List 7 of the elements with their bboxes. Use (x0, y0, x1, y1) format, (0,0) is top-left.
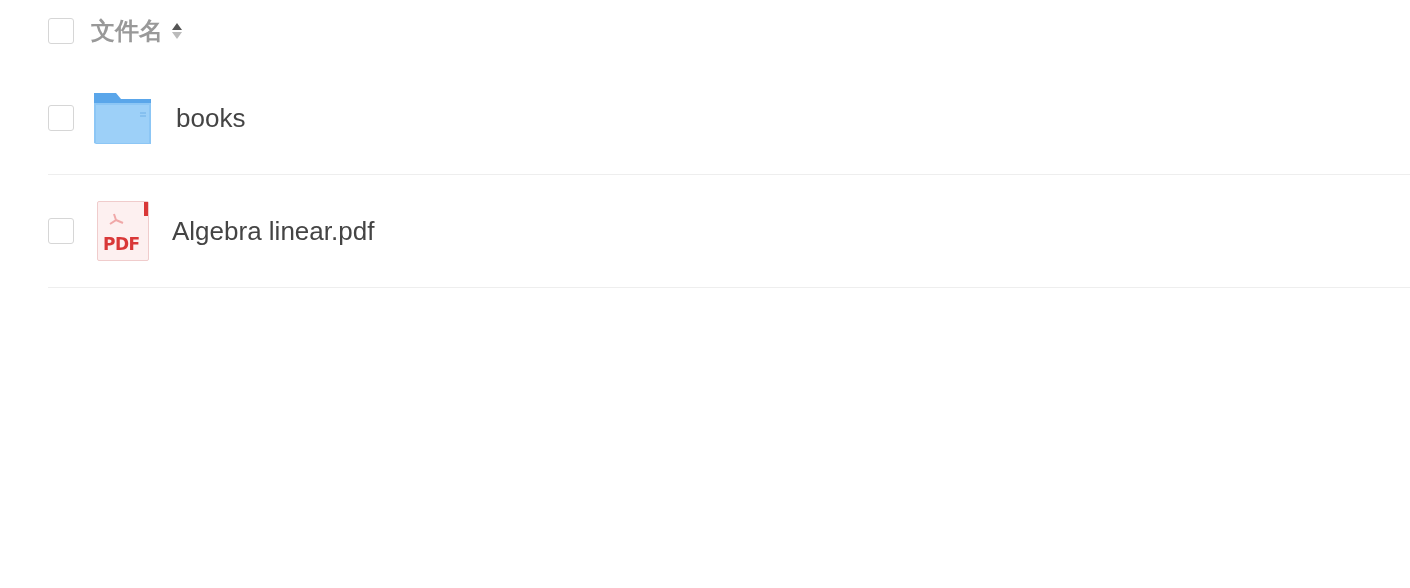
row-checkbox[interactable] (48, 218, 74, 244)
pdf-file-icon: PDF (97, 201, 149, 261)
row-checkbox[interactable] (48, 105, 74, 131)
select-all-checkbox[interactable] (48, 18, 74, 44)
file-name[interactable]: books (176, 102, 246, 134)
folder-icon (93, 91, 153, 145)
file-name[interactable]: Algebra linear.pdf (172, 215, 375, 247)
